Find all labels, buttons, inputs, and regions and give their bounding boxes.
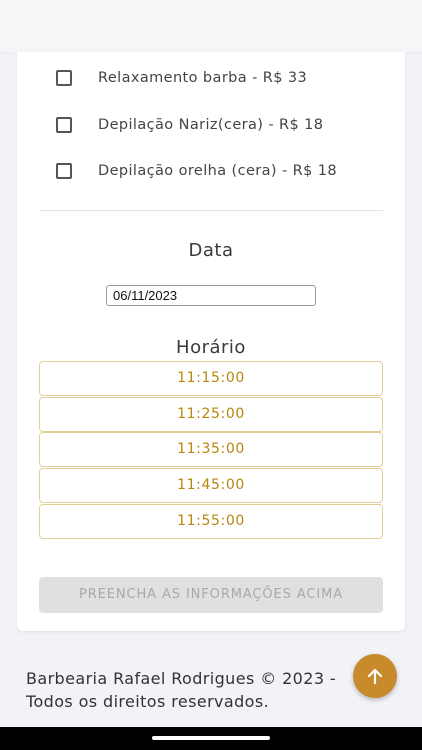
service-label: Depilação Nariz(cera) - R$ 18 [98, 117, 324, 133]
time-section-title: Horário [176, 337, 246, 358]
home-indicator[interactable] [152, 736, 270, 740]
time-slot-button[interactable]: 11:35:00 [39, 432, 383, 467]
booking-card: Relaxamento barba - R$ 33 Depilação Nari… [17, 52, 405, 631]
date-input[interactable] [106, 285, 316, 306]
time-slot-button[interactable]: 11:45:00 [39, 468, 383, 503]
time-slot-button[interactable]: 11:25:00 [39, 397, 383, 432]
checkbox-unchecked-icon[interactable] [56, 117, 72, 133]
date-section-title: Data [188, 240, 234, 261]
time-slot-button[interactable]: 11:15:00 [39, 361, 383, 396]
footer-copyright: Barbearia Rafael Rodrigues © 2023 - Todo… [26, 669, 337, 711]
top-bar [0, 0, 422, 53]
service-label: Depilação orelha (cera) - R$ 18 [98, 163, 337, 179]
arrow-up-icon [367, 668, 383, 685]
scroll-to-top-button[interactable] [353, 654, 397, 698]
submit-button[interactable]: PREENCHA AS INFORMAÇÕES ACIMA [39, 577, 383, 613]
time-slot-button[interactable]: 11:55:00 [39, 504, 383, 539]
checkbox-unchecked-icon[interactable] [56, 70, 72, 86]
divider [39, 210, 383, 211]
checkbox-unchecked-icon[interactable] [56, 163, 72, 179]
system-navigation-bar [0, 727, 422, 750]
service-label: Relaxamento barba - R$ 33 [98, 70, 308, 86]
